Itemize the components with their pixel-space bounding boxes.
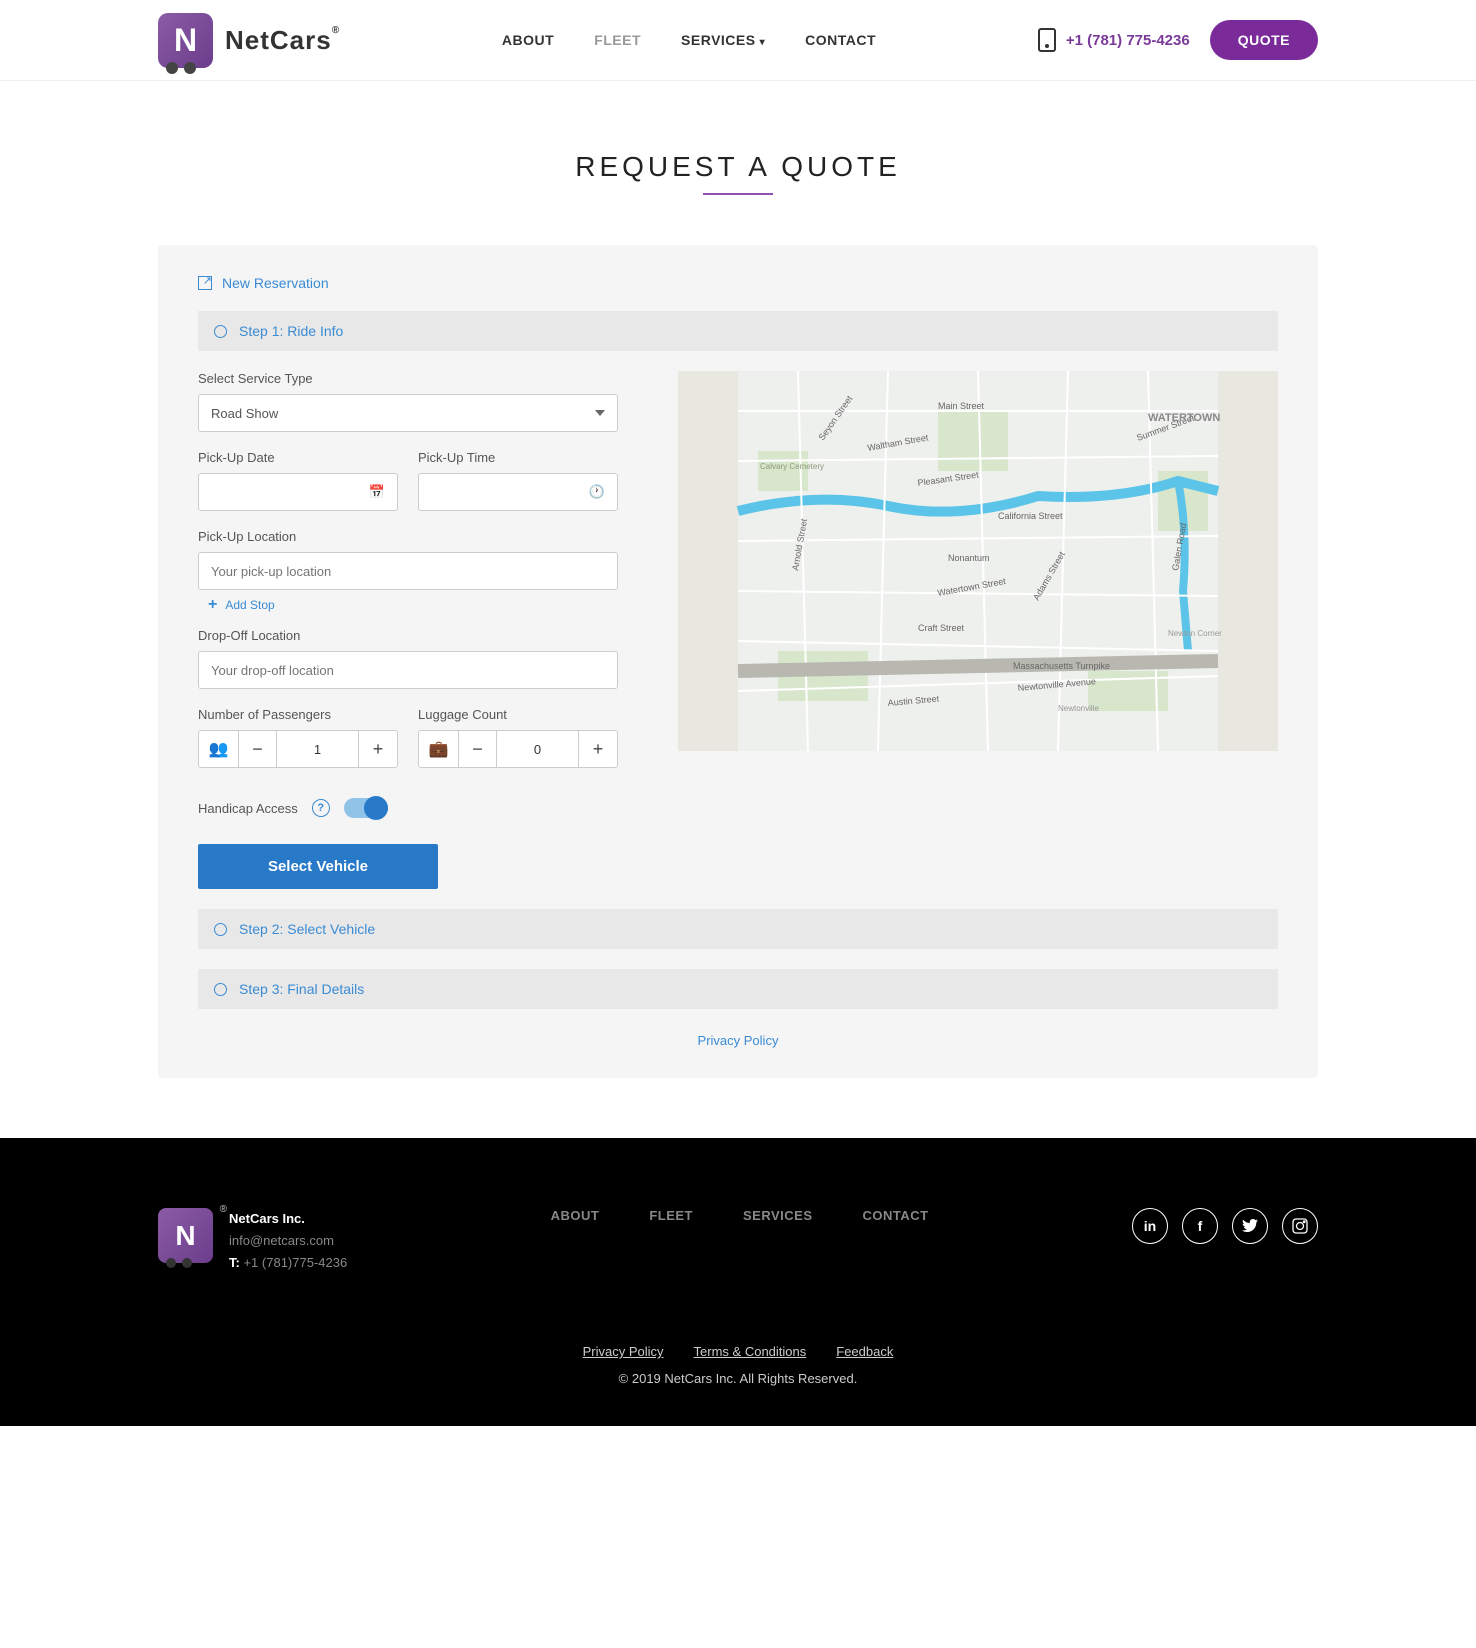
logo[interactable]: N NetCars® (158, 13, 340, 68)
legal-privacy[interactable]: Privacy Policy (583, 1344, 664, 1359)
passengers-counter: 👥 − 1 + (198, 730, 398, 768)
social-links: in f (1132, 1208, 1318, 1244)
passengers-value: 1 (277, 731, 359, 767)
step1-label: Step 1: Ride Info (239, 323, 343, 339)
phone-icon (1038, 28, 1056, 52)
new-reservation-label: New Reservation (222, 275, 329, 291)
footer-nav: ABOUT FLEET SERVICES CONTACT (551, 1208, 929, 1223)
step3-label: Step 3: Final Details (239, 981, 364, 997)
step2-label: Step 2: Select Vehicle (239, 921, 375, 937)
copyright: © 2019 NetCars Inc. All Rights Reserved. (158, 1371, 1318, 1386)
luggage-minus[interactable]: − (459, 731, 497, 767)
header: N NetCars® ABOUT FLEET SERVICES▾ CONTACT… (0, 0, 1476, 81)
handicap-label: Handicap Access (198, 801, 298, 816)
brand-name: NetCars (225, 25, 332, 55)
luggage-counter: 💼 − 0 + (418, 730, 618, 768)
footer-email[interactable]: info@netcars.com (229, 1230, 347, 1252)
passengers-icon: 👥 (199, 731, 239, 767)
linkedin-icon[interactable]: in (1132, 1208, 1168, 1244)
external-link-icon (198, 276, 212, 290)
step-circle-icon (214, 983, 227, 996)
passengers-label: Number of Passengers (198, 707, 398, 722)
fnav-contact[interactable]: CONTACT (863, 1208, 929, 1223)
pickup-date-input[interactable]: 📅 (198, 473, 398, 511)
add-stop-label: Add Stop (225, 598, 274, 612)
pickup-loc-label: Pick-Up Location (198, 529, 618, 544)
title-underline (703, 193, 773, 195)
svg-text:Calvary Cemetery: Calvary Cemetery (760, 462, 824, 471)
step-circle-icon (214, 923, 227, 936)
footer-phone[interactable]: +1 (781)775-4236 (243, 1255, 347, 1270)
luggage-label: Luggage Count (418, 707, 618, 722)
map[interactable]: Main Street Waltham Street Seyon Street … (678, 371, 1278, 751)
service-type-select[interactable]: Road Show (198, 394, 618, 432)
svg-text:Newton Corner: Newton Corner (1168, 629, 1222, 638)
nav-contact[interactable]: CONTACT (805, 32, 876, 48)
passengers-minus[interactable]: − (239, 731, 277, 767)
step3-header[interactable]: Step 3: Final Details (198, 969, 1278, 1009)
legal-terms[interactable]: Terms & Conditions (694, 1344, 807, 1359)
nav-fleet[interactable]: FLEET (594, 32, 641, 48)
svg-text:Newtonville: Newtonville (1058, 704, 1099, 713)
svg-text:California Street: California Street (998, 511, 1063, 521)
luggage-plus[interactable]: + (579, 731, 617, 767)
tel-label: T: (229, 1255, 240, 1270)
svg-text:WATERTOWN: WATERTOWN (1148, 412, 1220, 424)
nav-about[interactable]: ABOUT (502, 32, 554, 48)
svg-text:Main Street: Main Street (938, 401, 985, 411)
phone-link[interactable]: +1 (781) 775-4236 (1038, 28, 1190, 52)
footer-company: NetCars Inc. (229, 1208, 347, 1230)
reg-mark: ® (332, 25, 340, 36)
nav-services[interactable]: SERVICES▾ (681, 32, 765, 48)
dropoff-loc-label: Drop-Off Location (198, 628, 618, 643)
handicap-toggle[interactable] (344, 798, 388, 818)
fnav-services[interactable]: SERVICES (743, 1208, 813, 1223)
pickup-date-label: Pick-Up Date (198, 450, 398, 465)
new-reservation-link[interactable]: New Reservation (198, 275, 1278, 291)
svg-text:Nonantum: Nonantum (948, 553, 990, 563)
service-type-label: Select Service Type (198, 371, 618, 386)
pickup-time-input[interactable]: 🕐 (418, 473, 618, 511)
facebook-icon[interactable]: f (1182, 1208, 1218, 1244)
help-icon[interactable]: ? (312, 799, 330, 817)
dropdown-icon (595, 410, 605, 416)
footer-logo-icon: N (158, 1208, 213, 1263)
quote-form: New Reservation Step 1: Ride Info Select… (158, 245, 1318, 1078)
calendar-icon: 📅 (369, 484, 385, 500)
privacy-link[interactable]: Privacy Policy (698, 1033, 779, 1048)
phone-number: +1 (781) 775-4236 (1066, 32, 1190, 49)
legal-feedback[interactable]: Feedback (836, 1344, 893, 1359)
reg-mark: ® (220, 1204, 227, 1215)
quote-button[interactable]: QUOTE (1210, 20, 1318, 60)
svg-text:Massachusetts Turnpike: Massachusetts Turnpike (1013, 661, 1110, 671)
main-nav: ABOUT FLEET SERVICES▾ CONTACT (502, 32, 876, 48)
twitter-icon[interactable] (1232, 1208, 1268, 1244)
footer: N ® NetCars Inc. info@netcars.com T: +1 … (0, 1138, 1476, 1426)
logo-icon: N (158, 13, 213, 68)
fnav-about[interactable]: ABOUT (551, 1208, 600, 1223)
add-stop-button[interactable]: + Add Stop (208, 596, 618, 614)
step1-header[interactable]: Step 1: Ride Info (198, 311, 1278, 351)
luggage-icon: 💼 (419, 731, 459, 767)
passengers-plus[interactable]: + (359, 731, 397, 767)
pickup-loc-input[interactable] (198, 552, 618, 590)
fnav-fleet[interactable]: FLEET (649, 1208, 693, 1223)
service-type-value: Road Show (211, 406, 278, 421)
dropoff-loc-input[interactable] (198, 651, 618, 689)
pickup-time-label: Pick-Up Time (418, 450, 618, 465)
plus-icon: + (208, 596, 217, 614)
luggage-value: 0 (497, 731, 579, 767)
clock-icon: 🕐 (589, 484, 605, 500)
chevron-down-icon: ▾ (760, 37, 766, 48)
svg-text:Craft Street: Craft Street (918, 623, 965, 633)
step-circle-icon (214, 325, 227, 338)
page-title: REQUEST A QUOTE (158, 151, 1318, 183)
instagram-icon[interactable] (1282, 1208, 1318, 1244)
step2-header[interactable]: Step 2: Select Vehicle (198, 909, 1278, 949)
select-vehicle-button[interactable]: Select Vehicle (198, 844, 438, 889)
